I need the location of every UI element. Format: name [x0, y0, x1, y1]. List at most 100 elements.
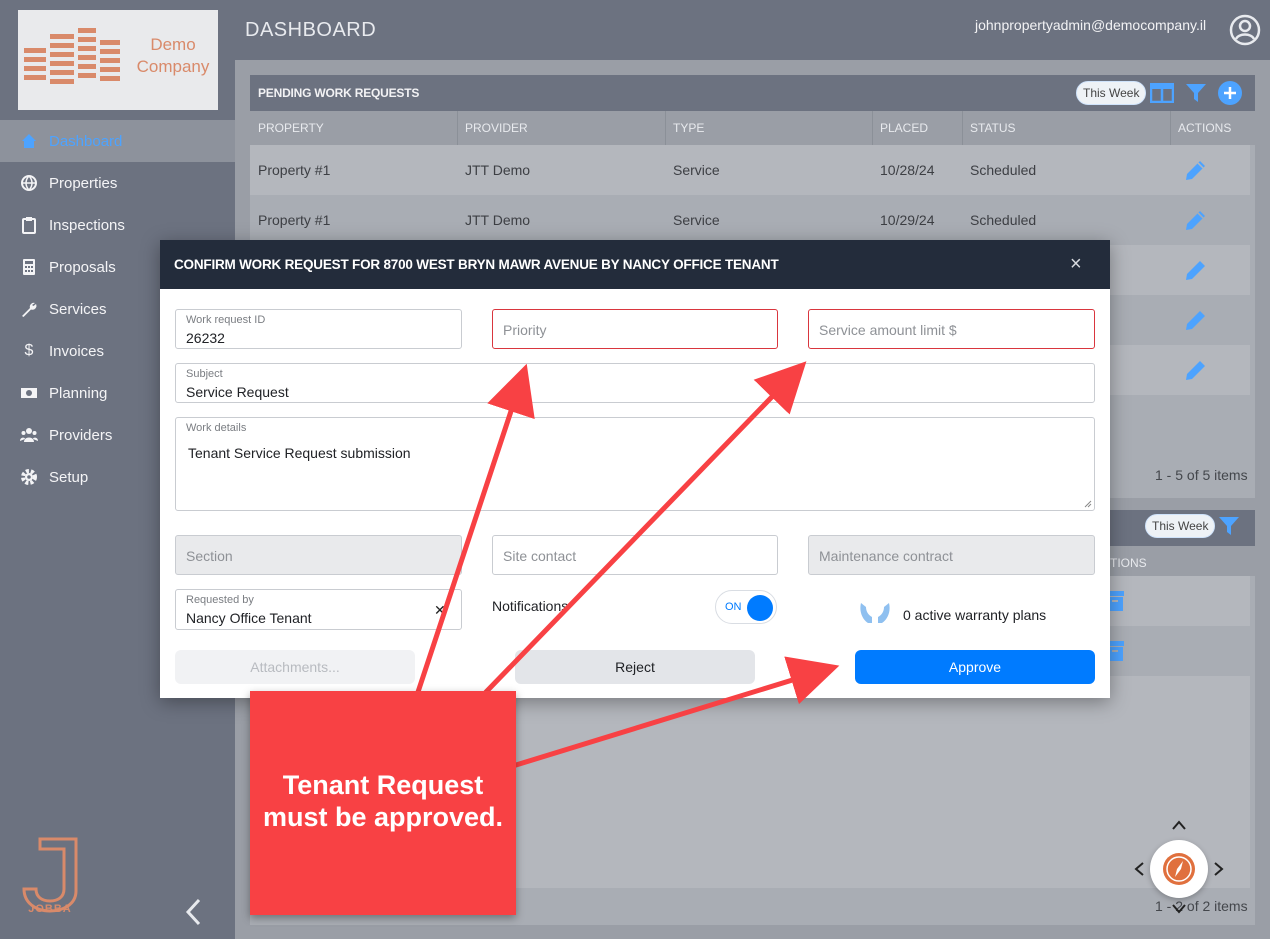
- add-request-button[interactable]: [1217, 80, 1243, 111]
- table-row[interactable]: Property #1 JTT Demo Service 10/28/24 Sc…: [250, 145, 1250, 195]
- sidebar-item-label: Proposals: [49, 258, 116, 276]
- requested-by-field[interactable]: Requested by Nancy Office Tenant ✕: [175, 589, 462, 630]
- work-request-id-field[interactable]: Work request ID 26232: [175, 309, 462, 349]
- warranty-icon: [858, 599, 892, 632]
- approve-button[interactable]: Approve: [855, 650, 1095, 684]
- column-header-property[interactable]: PROPERTY: [258, 121, 324, 135]
- column-divider: [872, 111, 873, 145]
- dialog-header: CONFIRM WORK REQUEST FOR 8700 WEST BRYN …: [160, 240, 1110, 289]
- chevron-up-icon: [1172, 820, 1186, 830]
- field-label: Subject: [186, 368, 223, 380]
- jobba-logo: JOBBA: [18, 835, 82, 930]
- nav-right-button[interactable]: [1212, 860, 1226, 883]
- compass-button[interactable]: [1150, 840, 1208, 898]
- annotation-callout: Tenant Request must be approved.: [250, 691, 516, 915]
- column-header-placed[interactable]: PLACED: [880, 121, 928, 135]
- field-placeholder: Site contact: [503, 548, 577, 564]
- column-divider: [665, 111, 666, 145]
- callout-line2: must be approved.: [262, 802, 504, 832]
- nav-up-button[interactable]: [1170, 818, 1188, 837]
- calculator-icon: [20, 258, 38, 276]
- cell-provider: JTT Demo: [465, 162, 531, 178]
- column-header-type[interactable]: TYPE: [673, 121, 704, 135]
- warranty-text: 0 active warranty plans: [903, 607, 1047, 623]
- columns-icon[interactable]: [1149, 82, 1175, 108]
- column-header-actions: TIONS: [1110, 556, 1147, 570]
- callout-line1: Tenant Request: [282, 770, 484, 800]
- chevron-right-icon: [1214, 862, 1224, 876]
- filter-icon[interactable]: [1218, 516, 1240, 541]
- field-label: Work details: [186, 422, 247, 434]
- cell-placed: 10/29/24: [880, 212, 935, 228]
- notifications-toggle[interactable]: ON: [715, 590, 777, 624]
- edit-pencil-icon[interactable]: [1183, 357, 1209, 383]
- panel-title: PENDING WORK REQUESTS: [258, 86, 420, 100]
- column-divider: [457, 111, 458, 145]
- sidebar-item-label: Properties: [49, 174, 118, 192]
- notifications-label: Notifications: [492, 598, 569, 614]
- subject-field[interactable]: Subject Service Request: [175, 363, 1095, 403]
- filter-icon[interactable]: [1185, 83, 1207, 108]
- field-label: Requested by: [186, 594, 254, 606]
- field-placeholder: Priority: [503, 322, 547, 338]
- callout-text: Tenant Request must be approved.: [250, 769, 516, 833]
- collapse-sidebar-button[interactable]: [183, 897, 205, 927]
- panel-header: PENDING WORK REQUESTS This Week: [250, 75, 1255, 111]
- date-range-chip[interactable]: This Week: [1145, 514, 1216, 538]
- company-logo[interactable]: Demo Company: [18, 10, 218, 110]
- sidebar-item-properties[interactable]: Properties: [0, 162, 235, 204]
- cell-property: Property #1: [258, 212, 331, 228]
- edit-pencil-icon[interactable]: [1183, 207, 1209, 233]
- sidebar-item-label: Providers: [49, 426, 113, 444]
- money-icon: [20, 384, 38, 402]
- service-amount-limit-field[interactable]: Service amount limit $: [808, 309, 1095, 349]
- pager-summary: 1 - 2 of 2 items: [1155, 898, 1248, 914]
- sidebar-item-label: Planning: [49, 384, 108, 402]
- edit-pencil-icon[interactable]: [1183, 307, 1209, 333]
- dollar-icon: $: [24, 342, 34, 359]
- toggle-knob: [747, 595, 773, 621]
- sidebar-item-label: Inspections: [49, 216, 125, 234]
- page-title: DASHBOARD: [245, 19, 377, 41]
- cell-status: Scheduled: [970, 162, 1037, 178]
- field-value: 26232: [186, 330, 225, 346]
- confirm-work-request-dialog: CONFIRM WORK REQUEST FOR 8700 WEST BRYN …: [160, 240, 1110, 698]
- chevron-down-icon: [1172, 904, 1186, 914]
- cell-property: Property #1: [258, 162, 331, 178]
- sidebar-item-label: Services: [49, 300, 107, 318]
- date-range-chip[interactable]: This Week: [1076, 81, 1147, 105]
- site-contact-field[interactable]: Site contact: [492, 535, 778, 575]
- user-avatar[interactable]: [1229, 14, 1261, 46]
- table-header: PROPERTY PROVIDER TYPE PLACED STATUS ACT…: [250, 111, 1255, 145]
- wrench-icon: [20, 300, 38, 318]
- table-row[interactable]: Property #1 JTT Demo Service 10/29/24 Sc…: [250, 195, 1250, 245]
- clear-icon[interactable]: ✕: [434, 602, 446, 619]
- nav-left-button[interactable]: [1132, 860, 1146, 883]
- toggle-label: ON: [725, 601, 742, 613]
- priority-field[interactable]: Priority: [492, 309, 778, 349]
- cell-provider: JTT Demo: [465, 212, 531, 228]
- compass-icon: [1163, 853, 1195, 885]
- column-header-provider[interactable]: PROVIDER: [465, 121, 528, 135]
- attachments-button[interactable]: Attachments...: [175, 650, 415, 684]
- section-field[interactable]: Section: [175, 535, 462, 575]
- building-logo-icon: [24, 28, 120, 84]
- chevron-left-icon: [185, 898, 201, 926]
- column-header-actions: ACTIONS: [1178, 121, 1232, 135]
- nav-down-button[interactable]: [1170, 902, 1188, 921]
- column-header-status[interactable]: STATUS: [970, 121, 1016, 135]
- maintenance-contract-field[interactable]: Maintenance contract: [808, 535, 1095, 575]
- sidebar-item-dashboard[interactable]: Dashboard: [0, 120, 243, 162]
- field-label: Work request ID: [186, 314, 266, 326]
- reject-button[interactable]: Reject: [515, 650, 755, 684]
- close-icon[interactable]: ×: [1070, 254, 1082, 274]
- edit-pencil-icon[interactable]: [1183, 157, 1209, 183]
- cell-placed: 10/28/24: [880, 162, 935, 178]
- work-details-textarea[interactable]: Work details Tenant Service Request subm…: [175, 417, 1095, 511]
- dialog-title: CONFIRM WORK REQUEST FOR 8700 WEST BRYN …: [174, 257, 779, 272]
- chevron-left-icon: [1134, 862, 1144, 876]
- brand-line2: Company: [136, 57, 210, 76]
- gear-icon: [20, 468, 38, 486]
- user-email[interactable]: johnpropertyadmin@democompany.il: [975, 17, 1206, 33]
- edit-pencil-icon[interactable]: [1183, 257, 1209, 283]
